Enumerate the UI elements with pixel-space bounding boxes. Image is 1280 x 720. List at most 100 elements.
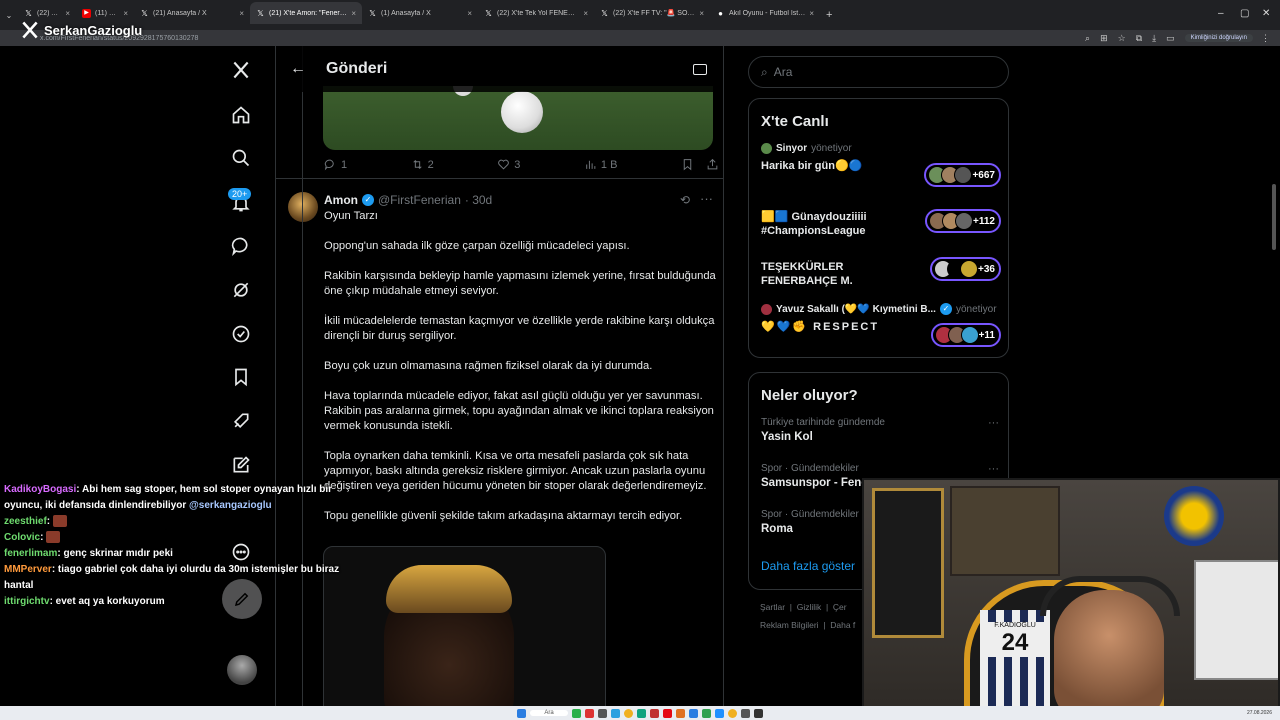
- listeners-pill[interactable]: +112: [925, 209, 1001, 233]
- footer-link[interactable]: Gizlilik: [797, 602, 822, 612]
- framed-jersey: [872, 488, 944, 638]
- author-name[interactable]: Amon: [324, 193, 358, 207]
- back-arrow-icon[interactable]: ←: [290, 60, 306, 78]
- stream-chat-overlay: KadikoyBogasi: Abi hem sag stoper, hem s…: [0, 482, 352, 610]
- live-space-item[interactable]: 🟨🟦 Günaydouziiiii #ChampionsLeague +112: [761, 205, 1001, 238]
- trend-more-icon[interactable]: ···: [988, 463, 999, 475]
- share-icon[interactable]: [706, 158, 719, 171]
- footer-link[interactable]: Çer: [833, 602, 847, 612]
- footer-link[interactable]: Şartlar: [760, 602, 785, 612]
- live-space-item[interactable]: Sinyor yönetiyor Harika bir gün🟡🔵 +667: [761, 143, 1001, 187]
- soccer-ball: [501, 91, 543, 133]
- app-icon[interactable]: [714, 708, 724, 718]
- post-image-player-portrait[interactable]: [323, 546, 606, 720]
- obs-icon[interactable]: [753, 708, 763, 718]
- author-avatar[interactable]: [288, 192, 318, 222]
- whatsapp-icon[interactable]: [571, 708, 581, 718]
- home-icon[interactable]: [228, 102, 254, 128]
- browser-tab[interactable]: 𝕏 (22) X'te FF TV: "🚨 SON DAKİ ×: [594, 2, 710, 24]
- tab-close-icon[interactable]: ×: [583, 9, 588, 18]
- telegram-icon[interactable]: [610, 708, 620, 718]
- account-avatar[interactable]: [227, 655, 257, 685]
- tab-close-icon[interactable]: ×: [467, 9, 472, 18]
- browser-tab[interactable]: ● Akıl Oyunu - Futbol İstatistikleri ×: [710, 2, 820, 24]
- explore-search-icon[interactable]: [228, 145, 254, 171]
- close-window-icon[interactable]: ✕: [1262, 8, 1270, 19]
- netflix-icon[interactable]: [662, 708, 672, 718]
- post-time[interactable]: · 30d: [465, 193, 492, 207]
- start-menu-icon[interactable]: [517, 708, 527, 718]
- chrome-icon[interactable]: [727, 708, 737, 718]
- reader-view-icon[interactable]: [693, 63, 707, 75]
- jobs-rocket-icon[interactable]: [228, 408, 254, 434]
- trend-more-icon[interactable]: ···: [988, 417, 999, 429]
- tab-close-icon[interactable]: ×: [699, 9, 704, 18]
- taskbar-search[interactable]: Ara: [530, 710, 568, 716]
- split-view-icon[interactable]: ▭: [1166, 33, 1175, 44]
- chat-text: : evet aq ya korkuyorum: [49, 596, 165, 607]
- tab-close-icon[interactable]: ×: [351, 9, 356, 18]
- bookmarks-icon[interactable]: [228, 364, 254, 390]
- grok-explain-icon[interactable]: ⟲: [680, 193, 690, 207]
- tab-search-button[interactable]: ⌄: [0, 11, 18, 20]
- repost-button[interactable]: 2: [411, 158, 434, 171]
- new-tab-button[interactable]: +: [826, 9, 832, 21]
- browser-tab[interactable]: 𝕏 (21) Anasayfa / X ×: [134, 2, 250, 24]
- tab-close-icon[interactable]: ×: [123, 9, 128, 18]
- footer-link[interactable]: Reklam Bilgileri: [760, 620, 819, 630]
- chatgpt-icon[interactable]: [636, 708, 646, 718]
- space-title: 💛💙✊ RESPECT: [761, 321, 880, 333]
- minimize-icon[interactable]: –: [1218, 8, 1224, 19]
- app-icon[interactable]: [649, 708, 659, 718]
- author-handle[interactable]: @FirstFenerian: [378, 193, 461, 207]
- browser-tab[interactable]: 𝕏 (22) X'te Tek Yol FENER: "#SON×: [478, 2, 594, 24]
- post-author: Amon ✓ @FirstFenerian · 30d: [324, 193, 492, 207]
- tab-title: (21) Anasayfa / X: [153, 9, 207, 17]
- x-home-logo-icon[interactable]: [228, 57, 254, 83]
- chrome-icon[interactable]: [623, 708, 633, 718]
- app-icon[interactable]: [675, 708, 685, 718]
- verify-identity-button[interactable]: Kimliğinizi doğrulayın: [1184, 34, 1253, 42]
- bookmark-icon[interactable]: [681, 158, 694, 171]
- page-scrollbar[interactable]: [1272, 184, 1276, 250]
- app-icon[interactable]: [701, 708, 711, 718]
- search-box[interactable]: ⌕ Ara: [748, 56, 1009, 88]
- browser-tab[interactable]: 𝕏 (1) Anasayfa / X ×: [362, 2, 478, 24]
- browser-menu-icon[interactable]: ⋮: [1261, 33, 1270, 44]
- views-chart-icon: [586, 160, 596, 169]
- app-icon[interactable]: [584, 708, 594, 718]
- trend-item[interactable]: Türkiye tarihinde gündemde Yasin Kol ···: [761, 417, 999, 443]
- like-button[interactable]: 3: [497, 158, 520, 171]
- verified-orgs-icon[interactable]: [228, 321, 254, 347]
- listeners-pill[interactable]: +11: [930, 323, 1001, 347]
- app-icon[interactable]: [688, 708, 698, 718]
- jersey-name: F.KADIOĞLU: [980, 622, 1050, 629]
- footer-link[interactable]: Daha f: [830, 620, 855, 630]
- live-space-item[interactable]: Yavuz Sakallı (💛💙 Kıymetini B... ✓ yönetiy…: [761, 303, 1001, 347]
- install-icon[interactable]: ⊞: [1100, 33, 1108, 44]
- app-icon[interactable]: [740, 708, 750, 718]
- views-button[interactable]: 1 B: [584, 158, 617, 171]
- previous-post-image[interactable]: [323, 86, 713, 150]
- reply-button[interactable]: 1: [324, 158, 347, 171]
- browser-tab[interactable]: 𝕏 (21) X'te Amon: "Fenerbahçe'ni×: [250, 2, 362, 24]
- extensions-icon[interactable]: ⧉: [1136, 33, 1142, 44]
- download-icon[interactable]: ⤓: [1152, 33, 1156, 44]
- tab-close-icon[interactable]: ×: [65, 9, 70, 18]
- listeners-pill[interactable]: +36: [930, 257, 1001, 281]
- bookmark-star-icon[interactable]: ☆: [1118, 33, 1126, 44]
- grok-icon[interactable]: [228, 277, 254, 303]
- maximize-icon[interactable]: ▢: [1240, 8, 1249, 19]
- zoom-icon[interactable]: ⌕: [1085, 33, 1090, 44]
- url-field[interactable]: x.com/FirstFenerian/status/2092928175760…: [40, 35, 1085, 42]
- repost-icon: [413, 160, 422, 169]
- search-input[interactable]: Ara: [774, 65, 793, 79]
- app-icon[interactable]: [597, 708, 607, 718]
- tab-close-icon[interactable]: ×: [809, 9, 814, 18]
- premium-edit-icon[interactable]: [228, 452, 254, 478]
- post-more-icon[interactable]: ···: [700, 191, 713, 206]
- live-space-item[interactable]: TEŞEKKÜRLER FENERBAHÇE M. +36: [761, 255, 1001, 288]
- messages-icon[interactable]: [228, 233, 254, 259]
- tab-close-icon[interactable]: ×: [239, 9, 244, 18]
- listeners-pill[interactable]: +667: [924, 163, 1001, 187]
